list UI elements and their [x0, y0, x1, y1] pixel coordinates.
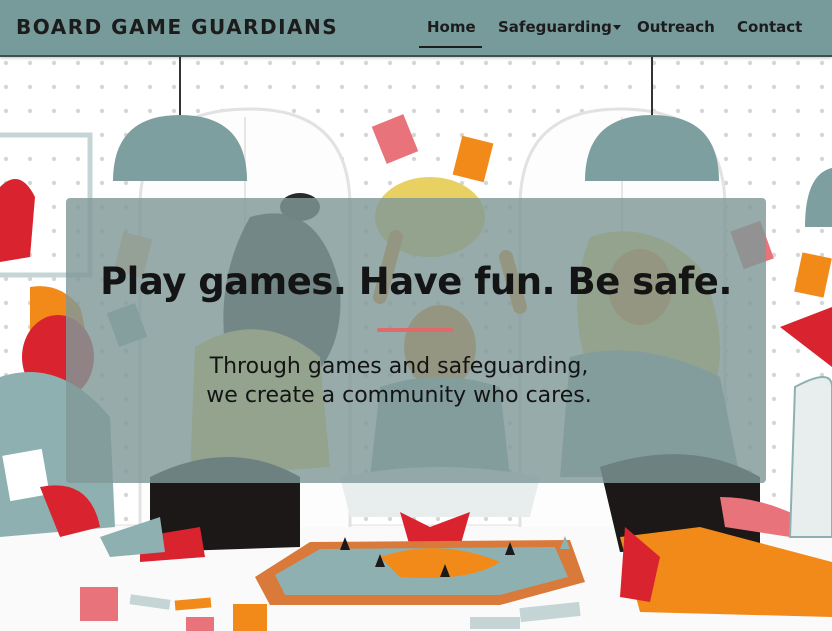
- nav-safeguarding-dropdown[interactable]: Safeguarding: [498, 18, 612, 36]
- hero-section: Play games. Have fun. Be safe. Through g…: [0, 57, 832, 631]
- hero-subtitle-line-2: we create a community who cares.: [206, 383, 592, 408]
- headline-divider: [377, 328, 453, 332]
- brand-logo-text[interactable]: BOARD GAME GUARDIANS: [16, 15, 338, 39]
- hero-subtitle-line-1: Through games and safeguarding,: [209, 354, 589, 379]
- hero-headline: Play games. Have fun. Be safe.: [100, 260, 732, 303]
- nav-home-link[interactable]: Home: [427, 18, 476, 36]
- nav-contact-link[interactable]: Contact: [737, 18, 802, 36]
- chevron-down-icon[interactable]: [613, 25, 621, 30]
- hero-text-panel: Play games. Have fun. Be safe. Through g…: [66, 198, 766, 483]
- active-nav-indicator: [419, 46, 482, 48]
- nav-outreach-link[interactable]: Outreach: [637, 18, 715, 36]
- top-navbar: BOARD GAME GUARDIANS Home Safeguarding O…: [0, 0, 832, 57]
